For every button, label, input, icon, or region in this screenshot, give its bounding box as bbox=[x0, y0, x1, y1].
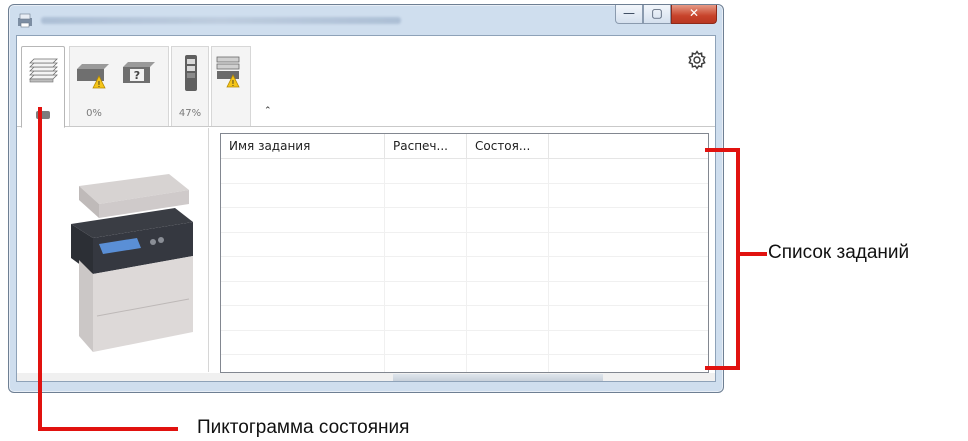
table-cell bbox=[221, 330, 385, 354]
table-cell bbox=[385, 208, 467, 232]
table-cell bbox=[467, 159, 549, 183]
callout-bracket-top bbox=[705, 148, 740, 152]
callout-line-status-vertical bbox=[38, 107, 42, 431]
table-cell bbox=[467, 306, 549, 330]
table-cell bbox=[221, 208, 385, 232]
status-bar bbox=[17, 373, 715, 381]
table-cell bbox=[385, 159, 467, 183]
table-row[interactable] bbox=[221, 232, 708, 257]
table-row[interactable] bbox=[221, 330, 708, 355]
svg-text:!: ! bbox=[97, 80, 100, 89]
table-cell bbox=[221, 281, 385, 305]
callout-bracket-vertical bbox=[736, 148, 740, 370]
table-cell bbox=[549, 282, 708, 306]
column-job-name[interactable]: Имя задания bbox=[221, 134, 385, 158]
client-area: ! ? 0% 47% ! ⌃ Имя задания Распеч... Сос… bbox=[16, 35, 716, 382]
minimize-icon: — bbox=[623, 6, 635, 20]
help-cartridge-icon: ? bbox=[123, 62, 155, 83]
close-icon: ✕ bbox=[688, 6, 700, 20]
table-cell bbox=[549, 208, 708, 232]
maximize-button[interactable]: ▢ bbox=[643, 5, 671, 24]
table-cell bbox=[467, 232, 549, 256]
title-bar[interactable]: — ▢ ✕ bbox=[9, 5, 723, 35]
printer-app-icon bbox=[18, 13, 32, 28]
table-row[interactable] bbox=[221, 306, 708, 331]
table-row[interactable] bbox=[221, 281, 708, 306]
table-cell bbox=[549, 184, 708, 208]
callout-status-icon-label: Пиктограмма состояния bbox=[197, 417, 410, 438]
table-cell bbox=[385, 330, 467, 354]
close-button[interactable]: ✕ bbox=[671, 5, 717, 24]
svg-text:!: ! bbox=[231, 79, 234, 88]
window-title-blurred bbox=[41, 17, 401, 24]
column-empty[interactable] bbox=[549, 134, 708, 158]
tab-paper[interactable]: 47% bbox=[171, 46, 209, 126]
table-cell bbox=[467, 183, 549, 207]
table-cell bbox=[385, 355, 467, 372]
table-cell bbox=[385, 281, 467, 305]
table-cell bbox=[385, 232, 467, 256]
table-cell bbox=[385, 257, 467, 281]
table-cell bbox=[221, 306, 385, 330]
tab-toner[interactable]: ! ? 0% bbox=[69, 46, 169, 126]
svg-text:?: ? bbox=[134, 69, 140, 82]
resize-grip[interactable] bbox=[393, 374, 603, 381]
table-row[interactable] bbox=[221, 208, 708, 233]
table-cell bbox=[549, 331, 708, 355]
window-controls: — ▢ ✕ bbox=[615, 5, 717, 25]
table-cell bbox=[549, 257, 708, 281]
table-cell bbox=[549, 233, 708, 257]
gear-icon[interactable] bbox=[687, 50, 707, 70]
chevron-up-icon[interactable]: ⌃ bbox=[264, 106, 272, 116]
printer-illustration bbox=[71, 174, 193, 352]
toner-warning-icon: ! bbox=[77, 64, 109, 89]
minimize-button[interactable]: — bbox=[615, 5, 643, 24]
table-row[interactable] bbox=[221, 355, 708, 372]
table-cell bbox=[221, 232, 385, 256]
column-printed[interactable]: Распеч... bbox=[385, 134, 467, 158]
column-status[interactable]: Состоя... bbox=[467, 134, 549, 158]
table-cell bbox=[385, 306, 467, 330]
status-toolbar: ! ? 0% 47% ! ⌃ bbox=[17, 36, 715, 128]
table-row[interactable] bbox=[221, 257, 708, 282]
table-cell bbox=[549, 159, 708, 183]
callout-line-status-horizontal bbox=[38, 427, 178, 431]
scanner-warning-icon: ! bbox=[216, 56, 240, 88]
job-list-header: Имя задания Распеч... Состоя... bbox=[221, 134, 708, 159]
table-cell bbox=[467, 330, 549, 354]
table-cell bbox=[221, 257, 385, 281]
table-cell bbox=[549, 355, 708, 372]
table-cell bbox=[467, 208, 549, 232]
callout-bracket-stem bbox=[740, 252, 767, 256]
toner-level-label: 0% bbox=[86, 108, 102, 119]
maximize-icon: ▢ bbox=[651, 6, 663, 20]
paper-level-label: 47% bbox=[178, 108, 202, 119]
job-list-rows bbox=[221, 159, 708, 372]
status-monitor-window: — ▢ ✕ ! ? 0% 47% ! ⌃ Имя задания Распеч.… bbox=[8, 4, 724, 393]
table-cell bbox=[221, 159, 385, 183]
table-cell bbox=[467, 281, 549, 305]
table-cell bbox=[385, 183, 467, 207]
stacked-pages-icon bbox=[29, 58, 58, 83]
callout-bracket-bottom bbox=[705, 366, 740, 370]
paper-tray-icon bbox=[185, 55, 197, 91]
table-cell bbox=[467, 355, 549, 372]
table-row[interactable] bbox=[221, 183, 708, 208]
table-cell bbox=[549, 306, 708, 330]
table-cell bbox=[221, 355, 385, 372]
callout-job-list-label: Список заданий bbox=[768, 242, 910, 263]
table-row[interactable] bbox=[221, 159, 708, 184]
panel-divider bbox=[208, 128, 209, 372]
tab-device[interactable]: ! bbox=[211, 46, 251, 126]
job-list[interactable]: Имя задания Распеч... Состоя... bbox=[220, 133, 709, 373]
table-cell bbox=[467, 257, 549, 281]
table-cell bbox=[221, 183, 385, 207]
